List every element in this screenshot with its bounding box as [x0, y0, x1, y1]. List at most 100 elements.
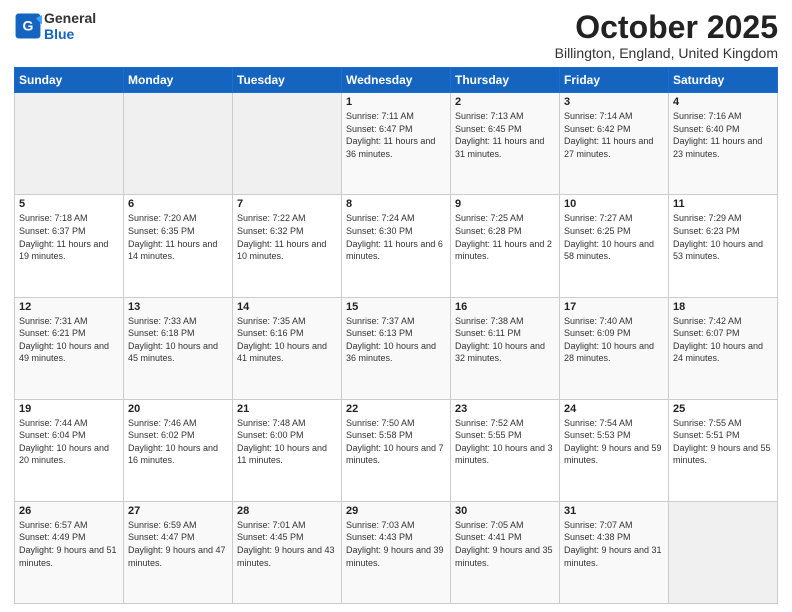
weekday-header-thursday: Thursday — [451, 68, 560, 93]
day-info: Sunrise: 7:48 AMSunset: 6:00 PMDaylight:… — [237, 417, 337, 467]
calendar-cell — [124, 93, 233, 195]
day-info: Sunrise: 7:52 AMSunset: 5:55 PMDaylight:… — [455, 417, 555, 467]
day-number: 20 — [128, 403, 228, 415]
day-info: Sunrise: 7:42 AMSunset: 6:07 PMDaylight:… — [673, 315, 773, 365]
day-info: Sunrise: 7:37 AMSunset: 6:13 PMDaylight:… — [346, 315, 446, 365]
day-info: Sunrise: 7:40 AMSunset: 6:09 PMDaylight:… — [564, 315, 664, 365]
day-number: 29 — [346, 505, 446, 517]
calendar-cell: 8 Sunrise: 7:24 AMSunset: 6:30 PMDaylight… — [342, 195, 451, 297]
calendar-week-row: 12 Sunrise: 7:31 AMSunset: 6:21 PMDayligh… — [15, 297, 778, 399]
calendar-cell: 26Sunrise: 6:57 AMSunset: 4:49 PMDayligh… — [15, 501, 124, 603]
day-number: 23 — [455, 403, 555, 415]
day-number: 1 — [346, 96, 446, 108]
page: G General Blue October 2025 Billington, … — [0, 0, 792, 612]
day-number: 15 — [346, 301, 446, 313]
day-number: 14 — [237, 301, 337, 313]
calendar-cell: 10Sunrise: 7:27 AMSunset: 6:25 PMDayligh… — [560, 195, 669, 297]
calendar-cell: 15 Sunrise: 7:37 AMSunset: 6:13 PMDayligh… — [342, 297, 451, 399]
day-number: 7 — [237, 198, 337, 210]
day-info: Sunrise: 7:29 AMSunset: 6:23 PMDaylight:… — [673, 212, 773, 262]
day-info: Sunrise: 7:18 AMSunset: 6:37 PMDaylight:… — [19, 212, 119, 262]
weekday-header-monday: Monday — [124, 68, 233, 93]
day-info: Sunrise: 7:05 AMSunset: 4:41 PMDaylight:… — [455, 519, 555, 569]
logo-general: General — [44, 10, 96, 26]
calendar-cell: 1 Sunrise: 7:11 AMSunset: 6:47 PMDaylight… — [342, 93, 451, 195]
day-number: 3 — [564, 96, 664, 108]
day-info: Sunrise: 7:35 AMSunset: 6:16 PMDaylight:… — [237, 315, 337, 365]
day-info: Sunrise: 7:24 AMSunset: 6:30 PMDaylight:… — [346, 212, 446, 262]
day-number: 12 — [19, 301, 119, 313]
day-info: Sunrise: 7:44 AMSunset: 6:04 PMDaylight:… — [19, 417, 119, 467]
day-info: Sunrise: 7:33 AMSunset: 6:18 PMDaylight:… — [128, 315, 228, 365]
calendar-cell: 13 Sunrise: 7:33 AMSunset: 6:18 PMDayligh… — [124, 297, 233, 399]
weekday-header-tuesday: Tuesday — [233, 68, 342, 93]
day-number: 18 — [673, 301, 773, 313]
day-number: 10 — [564, 198, 664, 210]
calendar-cell: 3Sunrise: 7:14 AMSunset: 6:42 PMDaylight… — [560, 93, 669, 195]
calendar-week-row: 1 Sunrise: 7:11 AMSunset: 6:47 PMDaylight… — [15, 93, 778, 195]
calendar-cell: 25 Sunrise: 7:55 AMSunset: 5:51 PMDayligh… — [669, 399, 778, 501]
calendar-cell: 6 Sunrise: 7:20 AMSunset: 6:35 PMDaylight… — [124, 195, 233, 297]
day-number: 17 — [564, 301, 664, 313]
day-number: 9 — [455, 198, 555, 210]
calendar-cell: 18 Sunrise: 7:42 AMSunset: 6:07 PMDayligh… — [669, 297, 778, 399]
day-info: Sunrise: 6:59 AMSunset: 4:47 PMDaylight:… — [128, 519, 228, 569]
day-info: Sunrise: 7:20 AMSunset: 6:35 PMDaylight:… — [128, 212, 228, 262]
calendar-week-row: 5Sunrise: 7:18 AMSunset: 6:37 PMDaylight… — [15, 195, 778, 297]
calendar-cell: 14 Sunrise: 7:35 AMSunset: 6:16 PMDayligh… — [233, 297, 342, 399]
day-number: 11 — [673, 198, 773, 210]
day-number: 28 — [237, 505, 337, 517]
day-info: Sunrise: 7:13 AMSunset: 6:45 PMDaylight:… — [455, 110, 555, 160]
day-number: 16 — [455, 301, 555, 313]
month-title: October 2025 — [555, 10, 778, 45]
day-number: 13 — [128, 301, 228, 313]
calendar-cell: 28 Sunrise: 7:01 AMSunset: 4:45 PMDayligh… — [233, 501, 342, 603]
calendar-cell — [15, 93, 124, 195]
calendar-cell: 11 Sunrise: 7:29 AMSunset: 6:23 PMDayligh… — [669, 195, 778, 297]
calendar-cell: 30 Sunrise: 7:05 AMSunset: 4:41 PMDayligh… — [451, 501, 560, 603]
day-info: Sunrise: 7:50 AMSunset: 5:58 PMDaylight:… — [346, 417, 446, 467]
logo-blue: Blue — [44, 26, 74, 42]
calendar-cell — [669, 501, 778, 603]
weekday-header-sunday: Sunday — [15, 68, 124, 93]
day-number: 21 — [237, 403, 337, 415]
weekday-header-saturday: Saturday — [669, 68, 778, 93]
calendar-cell: 22 Sunrise: 7:50 AMSunset: 5:58 PMDayligh… — [342, 399, 451, 501]
logo-icon: G — [14, 12, 42, 40]
day-info: Sunrise: 7:03 AMSunset: 4:43 PMDaylight:… — [346, 519, 446, 569]
calendar-cell: 29 Sunrise: 7:03 AMSunset: 4:43 PMDayligh… — [342, 501, 451, 603]
calendar-cell: 31 Sunrise: 7:07 AMSunset: 4:38 PMDayligh… — [560, 501, 669, 603]
day-info: Sunrise: 6:57 AMSunset: 4:49 PMDaylight:… — [19, 519, 119, 569]
day-info: Sunrise: 7:38 AMSunset: 6:11 PMDaylight:… — [455, 315, 555, 365]
day-number: 22 — [346, 403, 446, 415]
calendar-cell: 21 Sunrise: 7:48 AMSunset: 6:00 PMDayligh… — [233, 399, 342, 501]
day-info: Sunrise: 7:16 AMSunset: 6:40 PMDaylight:… — [673, 110, 773, 160]
day-info: Sunrise: 7:54 AMSunset: 5:53 PMDaylight:… — [564, 417, 664, 467]
calendar-cell: 5Sunrise: 7:18 AMSunset: 6:37 PMDaylight… — [15, 195, 124, 297]
calendar-cell: 9 Sunrise: 7:25 AMSunset: 6:28 PMDaylight… — [451, 195, 560, 297]
logo-text: General Blue — [44, 10, 96, 42]
svg-text:G: G — [23, 18, 34, 34]
day-info: Sunrise: 7:55 AMSunset: 5:51 PMDaylight:… — [673, 417, 773, 467]
day-info: Sunrise: 7:01 AMSunset: 4:45 PMDaylight:… — [237, 519, 337, 569]
day-info: Sunrise: 7:11 AMSunset: 6:47 PMDaylight:… — [346, 110, 446, 160]
day-number: 31 — [564, 505, 664, 517]
day-info: Sunrise: 7:25 AMSunset: 6:28 PMDaylight:… — [455, 212, 555, 262]
weekday-header-friday: Friday — [560, 68, 669, 93]
day-number: 30 — [455, 505, 555, 517]
day-info: Sunrise: 7:31 AMSunset: 6:21 PMDaylight:… — [19, 315, 119, 365]
calendar-cell: 23 Sunrise: 7:52 AMSunset: 5:55 PMDayligh… — [451, 399, 560, 501]
day-number: 8 — [346, 198, 446, 210]
calendar-cell — [233, 93, 342, 195]
calendar-cell: 2Sunrise: 7:13 AMSunset: 6:45 PMDaylight… — [451, 93, 560, 195]
header: G General Blue October 2025 Billington, … — [14, 10, 778, 61]
calendar-cell: 27Sunrise: 6:59 AMSunset: 4:47 PMDayligh… — [124, 501, 233, 603]
day-number: 6 — [128, 198, 228, 210]
calendar-cell: 19Sunrise: 7:44 AMSunset: 6:04 PMDayligh… — [15, 399, 124, 501]
logo: G General Blue — [14, 10, 96, 42]
calendar-cell: 16 Sunrise: 7:38 AMSunset: 6:11 PMDayligh… — [451, 297, 560, 399]
day-info: Sunrise: 7:22 AMSunset: 6:32 PMDaylight:… — [237, 212, 337, 262]
day-number: 25 — [673, 403, 773, 415]
calendar-week-row: 19Sunrise: 7:44 AMSunset: 6:04 PMDayligh… — [15, 399, 778, 501]
day-info: Sunrise: 7:07 AMSunset: 4:38 PMDaylight:… — [564, 519, 664, 569]
